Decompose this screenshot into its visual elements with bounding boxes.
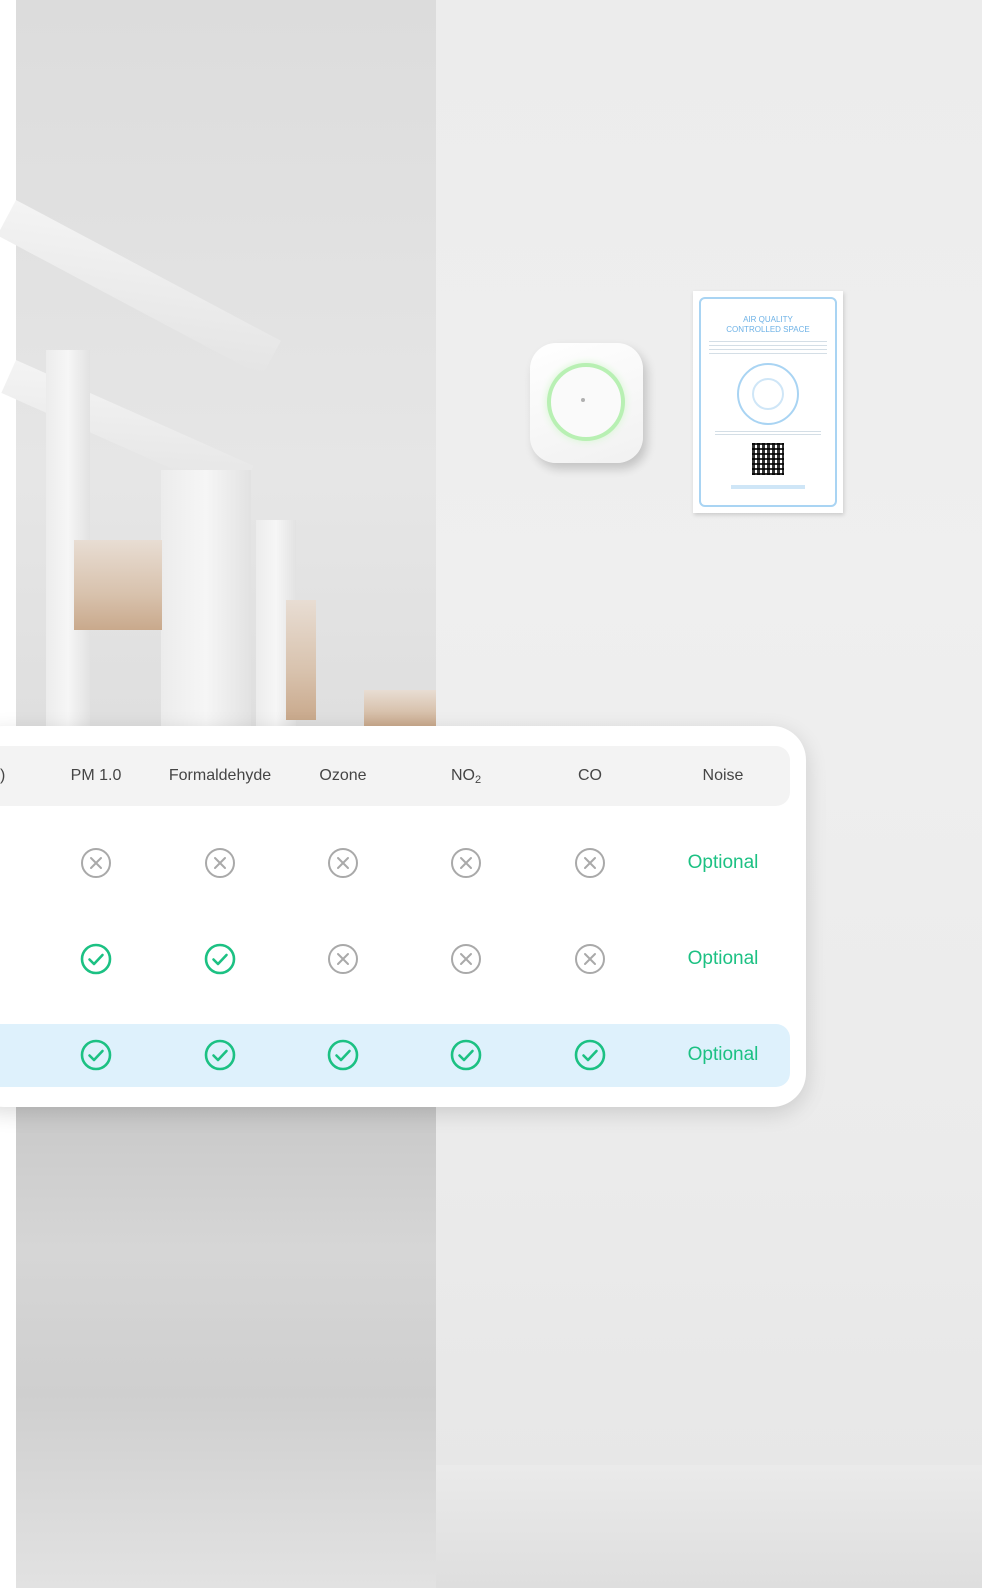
poster-caption xyxy=(715,431,821,437)
device-led-ring xyxy=(547,363,625,441)
warm-window xyxy=(286,600,316,720)
cross-circle-icon xyxy=(203,846,237,880)
cross-circle-icon xyxy=(573,846,607,880)
check-circle-icon xyxy=(79,1038,113,1072)
check-circle-icon xyxy=(326,1038,360,1072)
air-quality-sensor-device xyxy=(530,343,643,463)
wall-floor xyxy=(436,1465,982,1588)
device-button xyxy=(581,398,585,402)
check-circle-icon xyxy=(573,1038,607,1072)
column-header-noise: Noise xyxy=(702,767,744,784)
column-header-ozone: Ozone xyxy=(319,767,367,784)
cross-circle-icon xyxy=(573,942,607,976)
check-circle-icon xyxy=(203,942,237,976)
warm-window xyxy=(74,540,162,630)
column-header-pm-1-0: PM 1.0 xyxy=(70,767,122,784)
air-quality-certificate-poster: AIR QUALITY CONTROLLED SPACE xyxy=(693,291,843,513)
noise-optional-label: Optional xyxy=(687,1044,759,1065)
cross-circle-icon xyxy=(326,846,360,880)
check-circle-icon xyxy=(449,1038,483,1072)
highlighted-table-row xyxy=(0,1024,790,1087)
column-header-co: CO xyxy=(578,767,602,784)
check-circle-icon xyxy=(79,942,113,976)
cross-circle-icon xyxy=(79,846,113,880)
cross-circle-icon xyxy=(449,942,483,976)
column-header-no2: NO2 xyxy=(450,767,482,786)
ceiling-beam xyxy=(0,200,281,377)
poster-footer xyxy=(731,485,805,489)
floor xyxy=(16,1105,436,1588)
warm-window xyxy=(364,690,436,726)
seal-icon xyxy=(737,363,799,425)
poster-title-line2: CONTROLLED SPACE xyxy=(726,325,810,334)
check-circle-icon xyxy=(203,1038,237,1072)
noise-optional-label: Optional xyxy=(687,948,759,969)
column-header-formaldehyde: Formaldehyde xyxy=(168,767,272,784)
cross-circle-icon xyxy=(326,942,360,976)
poster-title-line1: AIR QUALITY xyxy=(743,315,793,324)
poster-body-text xyxy=(709,341,827,355)
cross-circle-icon xyxy=(449,846,483,880)
qr-code-icon xyxy=(752,443,784,475)
truncated-column-header: ) xyxy=(0,767,6,784)
noise-optional-label: Optional xyxy=(687,852,759,873)
